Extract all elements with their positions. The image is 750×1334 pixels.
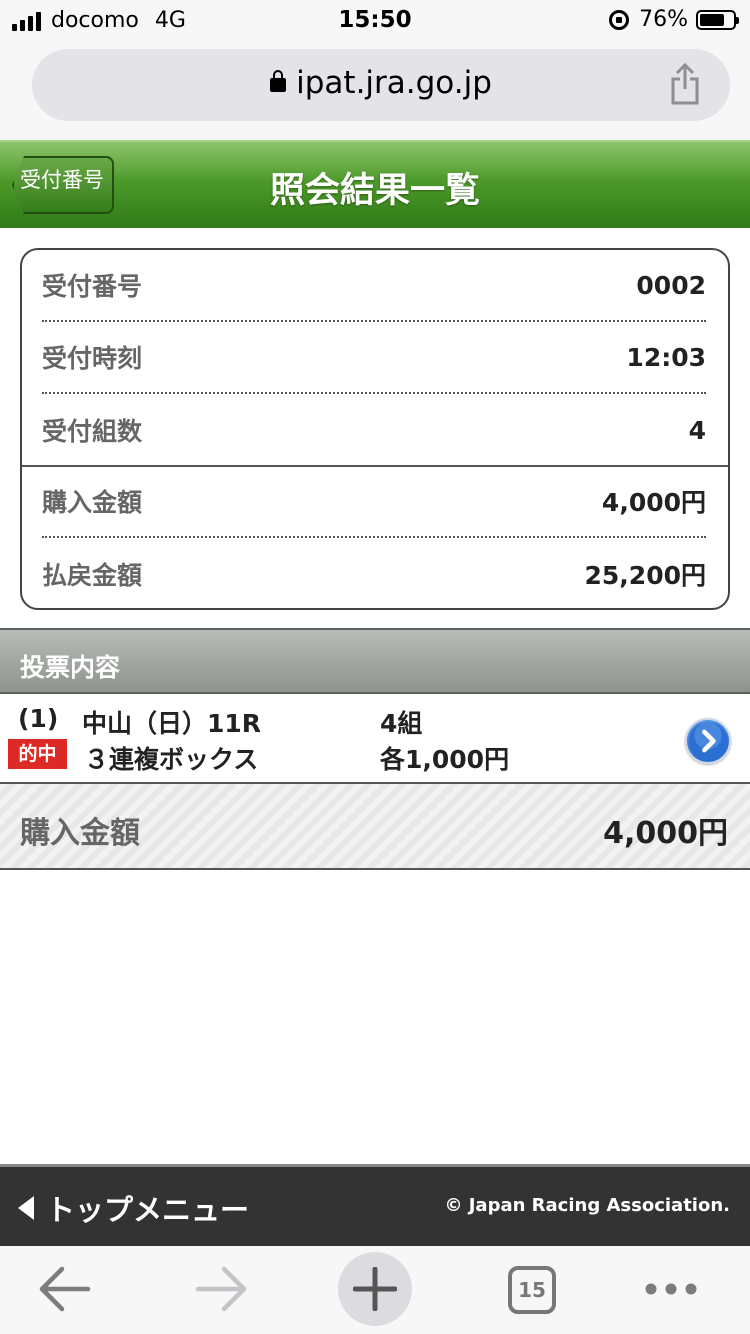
address-bar[interactable]: ipat.jra.go.jp (32, 49, 730, 121)
total-band: 購入金額 4,000円 (0, 784, 750, 870)
summary-label: 受付番号 (42, 272, 143, 301)
summary-row-purchase-amount: 購入金額 4,000円 (42, 466, 706, 538)
more-icon[interactable] (640, 1256, 702, 1322)
bet-list-item[interactable]: (1) 中山（日）11R 4組 的中 ３連複ボックス 各1,000円 (0, 694, 750, 784)
summary-value: 25,200円 (584, 561, 706, 590)
summary-label: 受付組数 (42, 417, 143, 446)
section-header: 投票内容 (0, 628, 750, 694)
back-arrow-icon[interactable] (38, 1256, 92, 1322)
battery-percent: 76% (639, 7, 688, 32)
summary-row-receipt-number: 受付番号 0002 (42, 250, 706, 322)
total-label: 購入金額 (20, 816, 140, 851)
bet-number: (1) (18, 704, 59, 733)
summary-value: 12:03 (626, 342, 706, 372)
address-text[interactable]: ipat.jra.go.jp (32, 65, 730, 101)
bet-race: 中山（日）11R (82, 709, 262, 738)
bet-type: ３連複ボックス (84, 745, 259, 774)
status-bar: docomo 4G 15:50 76% (0, 0, 750, 40)
triangle-left-icon (18, 1196, 34, 1220)
status-right: 76% (609, 7, 739, 32)
summary-value: 4,000円 (601, 488, 706, 517)
top-menu-label: トップメニュー (46, 1193, 250, 1227)
bet-combos: 4組 (380, 709, 423, 738)
chevron-right-icon[interactable] (685, 718, 731, 764)
summary-row-combo-count: 受付組数 4 (42, 394, 706, 466)
browser-url-area: ipat.jra.go.jp (0, 40, 750, 140)
summary-value: 4 (688, 415, 706, 445)
url-label: ipat.jra.go.jp (296, 65, 492, 101)
forward-arrow-icon[interactable] (194, 1256, 248, 1322)
battery-icon (696, 9, 739, 30)
page-header: 受付番号 照会結果一覧 (0, 140, 750, 228)
browser-toolbar: 15 (0, 1246, 750, 1334)
summary-value: 0002 (636, 270, 706, 300)
hit-badge: 的中 (8, 739, 67, 769)
plus-icon (353, 1267, 397, 1311)
new-tab-button[interactable] (338, 1252, 412, 1326)
summary-label: 受付時刻 (42, 344, 143, 373)
lock-icon (270, 70, 287, 92)
tabs-icon[interactable]: 15 (508, 1266, 556, 1314)
summary-label: 購入金額 (42, 488, 143, 517)
bet-amount-each: 各1,000円 (380, 745, 510, 774)
share-icon[interactable] (670, 63, 700, 105)
site-footer: トップメニュー © Japan Racing Association. (0, 1164, 750, 1246)
page-title: 照会結果一覧 (269, 171, 480, 211)
summary-row-payout-amount: 払戻金額 25,200円 (42, 538, 706, 608)
orientation-lock-icon (609, 9, 630, 30)
top-menu-link[interactable]: トップメニュー (18, 1187, 249, 1229)
summary-card: 受付番号 0002 受付時刻 12:03 受付組数 4 購入金額 4,000円 … (20, 248, 730, 610)
summary-label: 払戻金額 (42, 561, 143, 590)
total-value: 4,000円 (603, 816, 728, 851)
summary-row-receipt-time: 受付時刻 12:03 (42, 322, 706, 394)
copyright-text: © Japan Racing Association. (444, 1195, 730, 1216)
